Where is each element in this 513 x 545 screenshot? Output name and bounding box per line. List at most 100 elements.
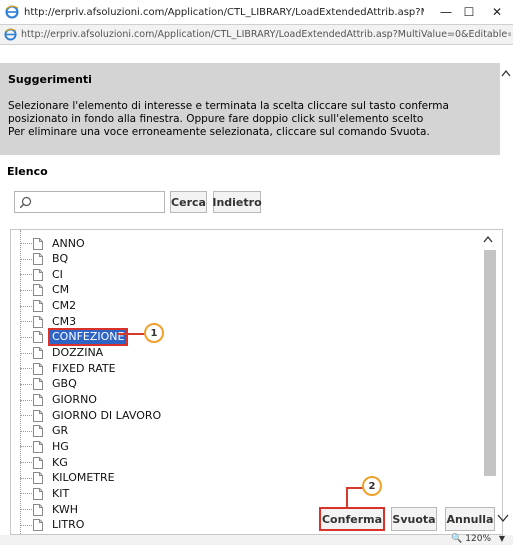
tree-item[interactable]: KG [11, 455, 311, 470]
status-bar: 🔍 120% ▼ [0, 534, 513, 545]
document-icon [33, 253, 43, 266]
tree-branch-line [20, 336, 32, 338]
tree-branch-line [20, 477, 32, 479]
page-content: Suggerimenti Selezionare l'elemento di i… [0, 45, 513, 535]
confirm-button[interactable]: Conferma [319, 507, 385, 531]
tree-item-label: GIORNO [52, 393, 97, 406]
tree-branch-line [20, 368, 32, 370]
tree-item-label: CI [52, 267, 63, 281]
tree-item[interactable]: DOZZINA [11, 346, 311, 361]
tree-item-label: CONFEZIONE [47, 328, 129, 347]
tree-item[interactable]: CM2 [11, 299, 311, 314]
tree-item[interactable]: KWH [11, 502, 311, 517]
tree-branch-line [20, 446, 32, 448]
document-icon [33, 315, 43, 328]
tree-branch-line [20, 321, 32, 323]
tree-branch-line [20, 352, 32, 354]
tree-item[interactable]: KIT [11, 486, 311, 501]
tree-branch-line [20, 305, 32, 307]
internet-explorer-icon [5, 5, 19, 19]
tree-item-label: HG [52, 439, 69, 453]
tree-item-label: FIXED RATE [52, 361, 116, 375]
document-icon [33, 519, 43, 532]
tree-item-label: GBQ [52, 377, 77, 391]
callout-1-badge: 1 [144, 323, 164, 343]
tree-item-label: LITRO [52, 518, 85, 532]
hints-text-line2: Per eliminare una voce erroneamente sele… [8, 126, 430, 138]
tree-item-label: BQ [52, 252, 69, 266]
tree-item[interactable]: LITRO [11, 518, 311, 533]
maximize-button[interactable]: ☐ [456, 2, 482, 22]
zoom-value: 120% [465, 534, 491, 544]
tree-item[interactable]: GBQ [11, 377, 311, 392]
callout-2-badge: 2 [362, 476, 382, 496]
tree-branch-line [20, 274, 32, 276]
document-icon [33, 394, 43, 406]
tree-item[interactable]: BQ [11, 252, 311, 267]
tree-branch-line [20, 462, 32, 464]
window-title: http://erpriv.afsoluzioni.com/Applicatio… [24, 6, 424, 18]
document-icon [33, 268, 43, 281]
tree-branch-line [20, 430, 32, 432]
tree-item-label: KWH [52, 502, 78, 516]
document-icon [33, 503, 43, 516]
address-bar[interactable]: http://erpriv.afsoluzioni.com/Applicatio… [0, 24, 513, 45]
tree-item[interactable]: GIORNO [11, 393, 311, 408]
tree-branch-line [20, 289, 32, 291]
document-icon [33, 487, 43, 500]
callout-1-connector [118, 333, 145, 335]
tree-item-label: CM3 [52, 314, 77, 328]
document-icon [33, 284, 43, 297]
page-scroll-down-icon[interactable] [497, 513, 509, 523]
address-url: http://erpriv.afsoluzioni.com/Applicatio… [21, 29, 511, 40]
back-button[interactable]: Indietro [212, 191, 262, 213]
tree-branch-line [20, 399, 32, 401]
list-scrollbar-thumb[interactable] [484, 250, 496, 476]
callout-2-connector-horizontal [346, 487, 363, 489]
document-icon [33, 409, 43, 422]
tree-branch-line [20, 258, 32, 260]
clear-button[interactable]: Svuota [391, 507, 437, 531]
tree-item[interactable]: GR [11, 424, 311, 439]
tree-item[interactable]: FIXED RATE [11, 361, 311, 376]
tree-branch-line [20, 524, 32, 526]
hints-title: Suggerimenti [8, 73, 92, 86]
tree-item-label: KILOMETRE [52, 471, 115, 485]
tree-branch-line [20, 493, 32, 495]
search-button[interactable]: Cerca [170, 191, 207, 213]
hints-panel: Suggerimenti Selezionare l'elemento di i… [0, 63, 500, 155]
document-icon [33, 456, 43, 469]
document-icon [33, 378, 43, 391]
document-icon [33, 440, 43, 453]
tree-item-label: KG [52, 455, 68, 469]
callout-2-connector-vertical [346, 487, 348, 507]
window-titlebar: http://erpriv.afsoluzioni.com/Applicatio… [0, 0, 513, 24]
search-input[interactable] [14, 191, 165, 213]
zoom-dropdown-icon[interactable]: ▼ [499, 534, 505, 543]
tree-item-label: CM [52, 283, 70, 297]
tree-branch-line [20, 383, 32, 385]
document-icon [33, 472, 43, 485]
tree-item-label: GR [52, 424, 69, 438]
document-icon [33, 331, 43, 344]
tree-item[interactable]: GIORNO DI LAVORO [11, 408, 311, 423]
tree-item[interactable]: HG [11, 439, 311, 454]
document-icon [33, 300, 43, 313]
tree-branch-line [20, 509, 32, 511]
tree-list[interactable]: ANNO BQ CI CM CM2 CM3 CONFEZIONE DOZZINA FIXED R… [10, 229, 503, 535]
internet-explorer-icon [4, 28, 17, 41]
tree-item[interactable]: CI [11, 267, 311, 282]
document-icon [33, 347, 43, 360]
tree-item[interactable]: ANNO [11, 236, 311, 251]
cancel-button[interactable]: Annulla [445, 507, 495, 531]
list-scroll-up-icon[interactable] [483, 235, 493, 243]
list-label: Elenco [7, 165, 48, 178]
tree-item[interactable]: CM [11, 283, 311, 298]
tree-item-label: KIT [52, 486, 70, 500]
tree-branch-line [20, 243, 32, 244]
page-scroll-up-icon[interactable] [501, 69, 511, 77]
zoom-level[interactable]: 🔍 120% [451, 534, 491, 544]
close-button[interactable]: ✕ [484, 2, 510, 22]
tree-item[interactable]: KILOMETRE [11, 471, 311, 486]
document-icon [33, 362, 43, 375]
